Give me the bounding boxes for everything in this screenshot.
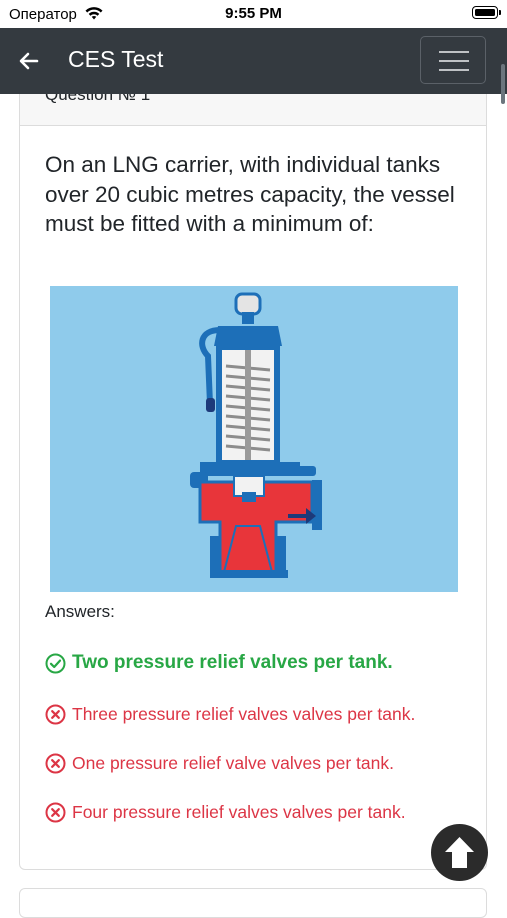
next-card <box>19 888 487 918</box>
scroll-to-top-button[interactable] <box>431 824 488 881</box>
battery-icon <box>472 6 501 19</box>
page-title: CES Test <box>68 46 164 72</box>
pressure-relief-valve-illustration <box>190 292 322 578</box>
x-circle-icon <box>45 704 66 725</box>
check-circle-icon <box>45 653 66 674</box>
arrow-up-circle-icon <box>445 837 474 868</box>
x-circle-icon <box>45 753 66 774</box>
answers-label: Answers: <box>45 602 115 621</box>
hamburger-menu-button[interactable] <box>420 36 486 84</box>
arrow-left-icon[interactable] <box>18 50 40 77</box>
status-bar: Оператор 9:55 PM <box>0 0 507 28</box>
answer-text: One pressure relief valve valves per tan… <box>72 752 394 773</box>
answer-text: Two pressure relief valves per tank. <box>72 652 393 673</box>
scrollbar[interactable] <box>501 64 505 104</box>
answer-text: Three pressure relief valves valves per … <box>72 703 416 724</box>
answer-text: Four pressure relief valves valves per t… <box>72 801 406 822</box>
answer-option-wrong[interactable]: One pressure relief valve valves per tan… <box>45 750 394 776</box>
valve-image <box>50 286 458 592</box>
answer-option-wrong[interactable]: Four pressure relief valves valves per t… <box>45 799 406 825</box>
answer-option-correct[interactable]: Two pressure relief valves per tank. <box>45 650 393 676</box>
top-navbar: CES Test <box>0 28 507 104</box>
x-circle-icon <box>45 802 66 823</box>
question-text: On an LNG carrier, with individual tanks… <box>45 152 455 236</box>
answer-option-wrong[interactable]: Three pressure relief valves valves per … <box>45 701 415 727</box>
hamburger-menu-icon <box>439 51 469 53</box>
status-time: 9:55 PM <box>225 5 282 22</box>
